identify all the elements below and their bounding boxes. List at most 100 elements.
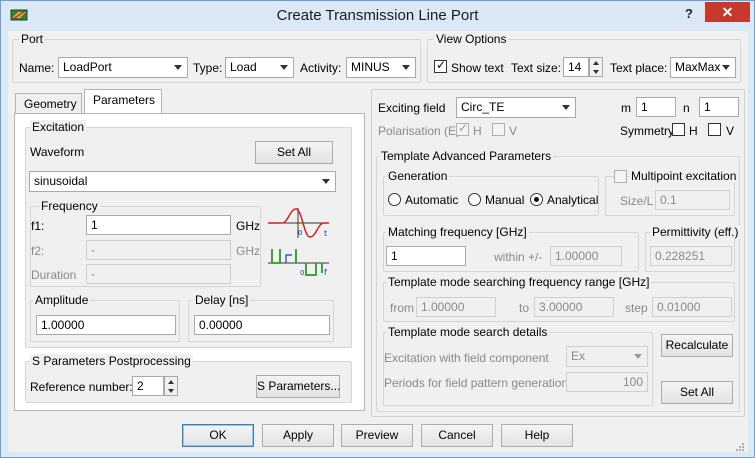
activity-label: Activity:	[300, 61, 342, 75]
text-place-combo[interactable]: MaxMax	[670, 57, 736, 78]
view-options-group: View Options ✓ Show text Text size: 14 T…	[427, 32, 741, 83]
radio-dot-icon	[534, 197, 539, 202]
polarisation-v-checkbox[interactable]	[492, 123, 505, 136]
f1-input[interactable]: 1	[86, 215, 231, 235]
reference-number-spinner[interactable]	[164, 376, 178, 396]
excitation-set-all-button[interactable]: Set All	[255, 141, 333, 164]
resize-grip-icon[interactable]	[735, 442, 745, 452]
generation-group: Generation Automatic Manual Analytical	[383, 169, 599, 216]
periods-input[interactable]: 100	[566, 372, 648, 392]
name-combo[interactable]: LoadPort	[58, 57, 188, 78]
m-input[interactable]: 1	[636, 97, 676, 117]
help-title-button[interactable]: ?	[677, 4, 701, 24]
waveform-combo[interactable]: sinusoidal	[29, 171, 336, 192]
waveform-sine-icon: 0 t	[268, 208, 329, 238]
waveform-label: Waveform	[30, 145, 85, 159]
step-input[interactable]: 0.01000	[652, 297, 732, 317]
port-group: Port Name: LoadPort Type: Load Activity:…	[12, 32, 421, 83]
ok-button[interactable]: OK	[182, 424, 254, 447]
matching-frequency-label: Matching frequency [GHz]	[386, 225, 529, 239]
m-label: m	[621, 101, 631, 115]
template-set-all-button[interactable]: Set All	[661, 381, 733, 404]
reference-number-input[interactable]: 2	[132, 376, 164, 396]
amplitude-group: Amplitude 1.00000	[30, 293, 180, 342]
delay-input[interactable]: 0.00000	[194, 315, 330, 335]
symmetry-v-label: V	[726, 124, 735, 138]
size-l-input[interactable]: 0.1	[655, 190, 730, 210]
duration-input[interactable]: -	[86, 264, 231, 284]
symmetry-h-label: H	[689, 124, 698, 138]
excitation-component-label: Excitation with field component	[384, 351, 549, 365]
f2-input[interactable]: -	[86, 240, 231, 260]
generation-manual-radio[interactable]	[468, 193, 481, 206]
excitation-component-value: Ex	[571, 349, 586, 363]
exciting-field-combo[interactable]: Circ_TE	[456, 97, 576, 118]
window-title: Create Transmission Line Port	[276, 7, 479, 24]
svg-text:0: 0	[300, 269, 304, 277]
text-size-spinner[interactable]	[589, 57, 603, 77]
polarisation-h-checkbox[interactable]: ✓	[456, 121, 469, 136]
delay-label: Delay [ns]	[193, 293, 251, 307]
tab-geometry[interactable]: Geometry	[15, 93, 82, 115]
type-combo[interactable]: Load	[225, 57, 294, 78]
checkmark-icon: ✓	[436, 58, 447, 72]
chevron-down-icon	[322, 179, 330, 184]
dialog-body: Port Name: LoadPort Type: Load Activity:…	[8, 31, 748, 452]
chevron-down-icon	[280, 65, 288, 70]
f1-unit: GHz	[236, 219, 260, 233]
from-input[interactable]: 1.00000	[416, 297, 496, 317]
show-text-label: Show text	[451, 61, 504, 75]
recalculate-button[interactable]: Recalculate	[661, 334, 733, 357]
text-place-value: MaxMax	[675, 60, 721, 74]
apply-button[interactable]: Apply	[262, 424, 334, 447]
n-input[interactable]: 1	[699, 97, 739, 117]
frequency-range-group: Template mode searching frequency range …	[383, 275, 735, 322]
activity-combo[interactable]: MINUS	[346, 57, 416, 78]
generation-automatic-label: Automatic	[405, 193, 459, 207]
permittivity-input[interactable]: 0.228251	[650, 246, 732, 266]
symmetry-v-checkbox[interactable]	[708, 123, 721, 136]
text-size-label: Text size:	[511, 61, 562, 75]
template-advanced-label: Template Advanced Parameters	[379, 149, 554, 163]
symmetry-h-checkbox[interactable]	[672, 123, 685, 136]
title-bar[interactable]: Create Transmission Line Port ? ✕	[1, 1, 754, 31]
to-input[interactable]: 3.00000	[534, 297, 614, 317]
chevron-down-icon	[634, 354, 642, 359]
tab-parameters[interactable]: Parameters	[84, 89, 162, 114]
waveform-pulse-icon: 0 f	[268, 249, 329, 277]
matching-frequency-input[interactable]: 1	[386, 246, 466, 266]
f1-label: f1:	[31, 219, 45, 233]
help-button[interactable]: Help	[501, 424, 573, 447]
generation-automatic-radio[interactable]	[388, 193, 401, 206]
show-text-checkbox[interactable]: ✓	[434, 58, 447, 73]
amplitude-input[interactable]: 1.00000	[36, 315, 176, 335]
s-parameters-group: S Parameters Postprocessing Reference nu…	[25, 354, 352, 403]
exciting-field-label: Exciting field	[378, 101, 446, 115]
excitation-component-combo[interactable]: Ex	[566, 346, 648, 367]
text-size-input[interactable]: 14	[563, 57, 589, 77]
duration-label: Duration	[31, 268, 77, 282]
cancel-button[interactable]: Cancel	[421, 424, 493, 447]
to-label: to	[519, 301, 530, 315]
name-label: Name:	[19, 61, 55, 75]
frequency-label: Frequency	[39, 199, 100, 213]
frequency-range-label: Template mode searching frequency range …	[386, 275, 652, 289]
polarisation-h-label: H	[473, 124, 482, 138]
multipoint-group: Multipoint excitation Size/L 0.1	[605, 169, 739, 216]
port-group-label: Port	[19, 32, 46, 46]
s-parameters-button[interactable]: S Parameters...	[256, 375, 340, 398]
within-input[interactable]: 1.00000	[550, 246, 622, 266]
close-button[interactable]: ✕	[705, 2, 750, 22]
type-label: Type:	[193, 61, 223, 75]
periods-label: Periods for field pattern generation	[384, 376, 569, 390]
arrow-up-icon	[593, 61, 599, 65]
chevron-down-icon	[562, 105, 570, 110]
preview-button[interactable]: Preview	[341, 424, 413, 447]
excitation-group: Excitation Waveform Set All sinusoidal F…	[25, 120, 352, 348]
generation-analytical-radio[interactable]	[530, 193, 543, 206]
permittivity-label: Permittivity (eff.)	[650, 225, 741, 239]
template-advanced-group: Template Advanced Parameters Generation …	[376, 149, 741, 412]
chevron-down-icon	[402, 65, 410, 70]
amplitude-label: Amplitude	[33, 293, 91, 307]
multipoint-checkbox[interactable]	[614, 170, 627, 183]
